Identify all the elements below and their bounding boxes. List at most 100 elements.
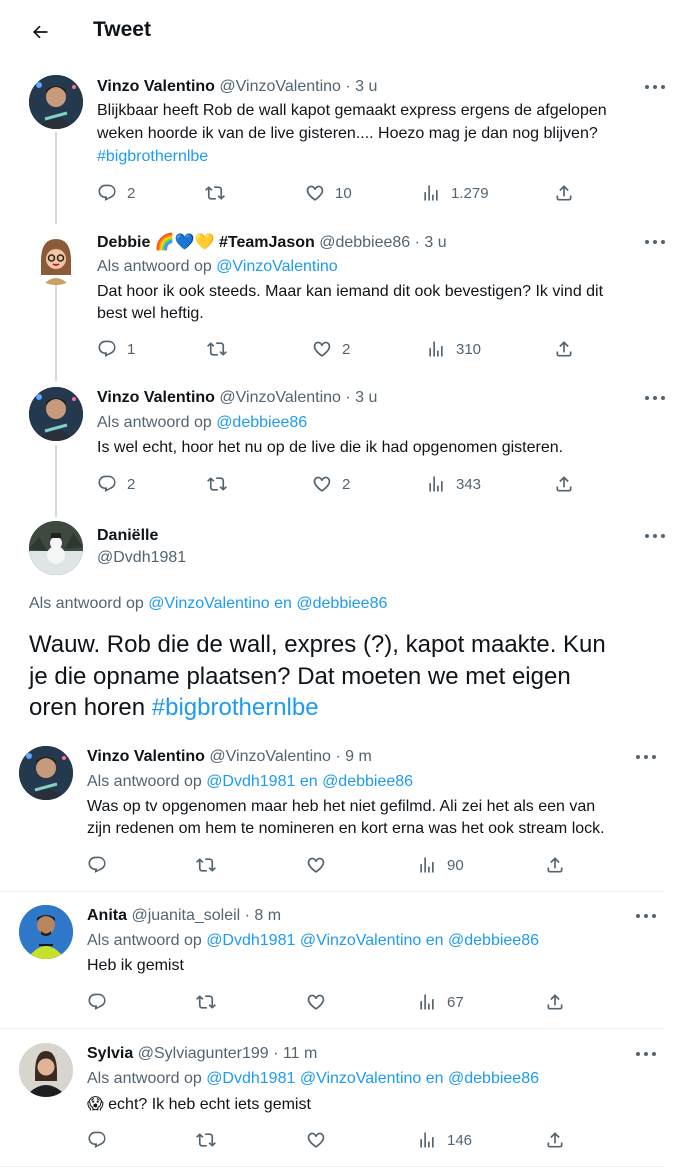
more-icon[interactable] [636,1051,656,1057]
views-button[interactable]: 67 [417,991,464,1013]
avatar[interactable] [29,387,83,441]
tweet-header: Debbie 🌈💙💛 #TeamJason @debbiee86 · 3 u [97,232,447,251]
views-count: 343 [456,475,482,493]
hashtag-link[interactable]: #bigbrothernlbe [152,694,319,721]
back-arrow-icon[interactable] [30,18,54,46]
views-icon [417,855,437,875]
author-name[interactable]: Debbie [97,234,150,251]
views-icon [421,183,441,203]
retweet-button[interactable] [196,991,216,1013]
more-icon[interactable] [645,533,665,539]
share-icon [545,992,565,1012]
share-icon [554,339,574,359]
reply-to-link[interactable]: @VinzoValentino en @debbiee86 [148,595,387,612]
timestamp[interactable]: 8 m [254,907,281,924]
like-button[interactable]: 2 [312,338,350,360]
avatar[interactable] [19,746,73,800]
like-button[interactable] [306,1129,326,1151]
avatar[interactable] [29,75,83,129]
more-icon[interactable] [645,84,665,90]
timestamp[interactable]: 3 u [355,78,377,95]
views-count: 67 [447,993,464,1011]
like-button[interactable]: 2 [312,473,350,495]
like-button[interactable]: 10 [305,182,352,204]
reply-button[interactable] [87,991,107,1013]
reply-button[interactable]: 2 [97,182,135,204]
main-tweet-text-line: je die opname plaatsen? Dat moeten we me… [29,663,571,690]
tweet-text-line: weken hoorde ik van de live gisteren....… [97,125,598,142]
more-icon[interactable] [636,754,656,760]
retweet-button[interactable] [196,854,216,876]
reply-to-link[interactable]: @Dvdh1981 @VinzoValentino en @debbiee86 [206,932,539,949]
author-name[interactable]: Daniëlle [97,525,158,547]
retweet-icon [196,1130,216,1150]
author-name[interactable]: Vinzo Valentino [97,389,215,406]
thread-line [55,445,57,517]
author-handle[interactable]: @VinzoValentino [219,389,341,406]
share-button[interactable] [545,1129,565,1151]
retweet-icon [207,339,227,359]
author-handle[interactable]: @juanita_soleil [131,907,240,924]
like-icon [312,474,332,494]
share-button[interactable] [554,473,574,495]
avatar[interactable] [29,231,83,285]
views-button[interactable]: 90 [417,854,464,876]
views-button[interactable]: 343 [426,473,481,495]
share-button[interactable] [554,338,574,360]
reply-button[interactable]: 2 [97,473,135,495]
hashtag-link[interactable]: #bigbrothernlbe [97,146,208,168]
reply-to-link[interactable]: @VinzoValentino [216,258,338,275]
more-icon[interactable] [636,913,656,919]
reply-to-link[interactable]: @debbiee86 [216,414,307,431]
author-handle[interactable]: @debbiee86 [319,234,410,251]
like-icon [306,992,326,1012]
tweet-text-line: 😱 echt? Ik heb echt iets gemist [87,1093,311,1116]
views-count: 90 [447,856,464,874]
avatar[interactable] [19,905,73,959]
author-name[interactable]: Vinzo Valentino [97,78,215,95]
reply-icon [97,339,117,359]
more-icon[interactable] [645,239,665,245]
author-name-suffix: #TeamJason [219,234,315,251]
reply-button[interactable] [87,1129,107,1151]
reply-button[interactable] [87,854,107,876]
retweet-button[interactable] [207,338,227,360]
views-icon [426,339,446,359]
share-button[interactable] [545,854,565,876]
reply-context: Als antwoord op @VinzoValentino en @debb… [29,593,387,615]
retweet-button[interactable] [207,473,227,495]
tweet-header: Vinzo Valentino @VinzoValentino · 3 u [97,78,378,95]
author-handle[interactable]: @VinzoValentino [219,78,341,95]
more-icon[interactable] [645,395,665,401]
share-button[interactable] [545,991,565,1013]
retweet-button[interactable] [196,1129,216,1151]
timestamp[interactable]: 3 u [355,389,377,406]
timestamp[interactable]: 3 u [424,234,446,251]
views-button[interactable]: 310 [426,338,481,360]
divider [0,1028,664,1029]
like-count: 2 [342,340,351,358]
reply-button[interactable]: 1 [97,338,135,360]
avatar[interactable] [29,521,83,575]
author-name[interactable]: Anita [87,907,127,924]
share-button[interactable] [554,182,574,204]
like-button[interactable] [306,991,326,1013]
views-button[interactable]: 146 [417,1129,472,1151]
timestamp[interactable]: 11 m [283,1045,317,1062]
retweet-button[interactable] [205,182,225,204]
reply-to-link[interactable]: @Dvdh1981 @VinzoValentino en @debbiee86 [206,1070,539,1087]
author-handle[interactable]: @Sylviagunter199 [138,1045,269,1062]
author-name[interactable]: Sylvia [87,1045,133,1062]
views-icon [417,992,437,1012]
views-button[interactable]: 1.279 [421,182,489,204]
tweet-header: Vinzo Valentino @VinzoValentino · 3 u [97,389,378,406]
share-icon [545,855,565,875]
reply-to-link[interactable]: @Dvdh1981 en @debbiee86 [206,773,413,790]
thread-line [55,285,57,381]
like-button[interactable] [306,854,326,876]
author-handle[interactable]: @Dvdh1981 [97,547,186,569]
timestamp[interactable]: 9 m [345,748,372,765]
author-name[interactable]: Vinzo Valentino [87,748,205,765]
avatar[interactable] [19,1043,73,1097]
author-handle[interactable]: @VinzoValentino [209,748,331,765]
